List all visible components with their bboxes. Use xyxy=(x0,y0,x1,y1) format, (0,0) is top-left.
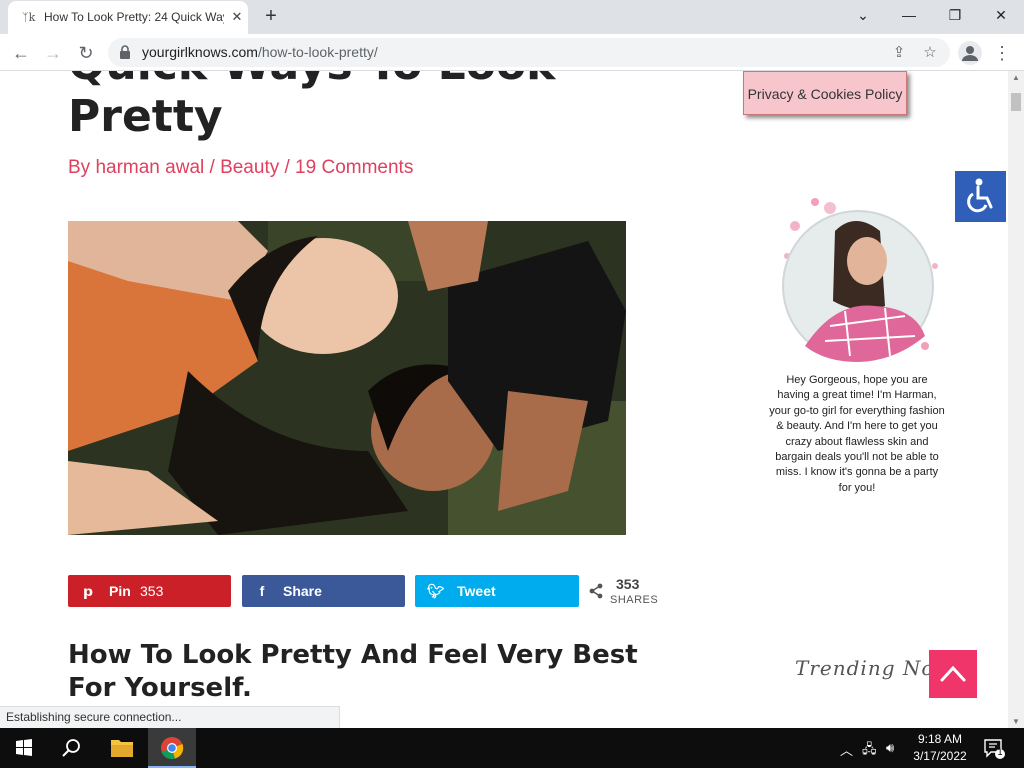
notifications-button[interactable]: 1 xyxy=(982,736,1006,760)
facebook-icon: f xyxy=(259,583,265,599)
scroll-to-top-button[interactable] xyxy=(929,650,977,698)
total-shares: 353 SHARES xyxy=(586,575,666,607)
page-scrollbar[interactable]: ▲ ▼ xyxy=(1008,71,1024,728)
tab-strip: ᛉk How To Look Pretty: 24 Quick Ways To … xyxy=(0,0,1024,34)
search-button[interactable] xyxy=(48,728,96,768)
article-byline[interactable]: By harman awal / Beauty / 19 Comments xyxy=(68,157,413,179)
bookmark-star-icon[interactable]: ☆ xyxy=(919,42,941,64)
address-bar[interactable]: yourgirlknows.com/how-to-look-pretty/ ⇪ … xyxy=(108,38,950,67)
chrome-icon xyxy=(161,737,184,760)
folder-icon xyxy=(111,740,133,757)
pin-count: 353 xyxy=(140,583,164,599)
windows-taskbar: ︿ 🖧︎ 🔊︎ 9:18 AM 3/17/2022 1 xyxy=(0,728,1024,768)
file-explorer-button[interactable] xyxy=(98,728,146,768)
restore-button[interactable]: ❐ xyxy=(932,0,978,30)
facebook-share-label: Share xyxy=(283,583,322,599)
chevron-up-icon xyxy=(940,665,966,682)
forward-arrow-icon[interactable]: → xyxy=(40,40,66,66)
tray-chevron-up-icon[interactable]: ︿ xyxy=(840,740,853,759)
pinterest-pin-button[interactable]: 𝗽 Pin 353 xyxy=(68,575,231,607)
lock-icon xyxy=(120,45,130,59)
url-path: /how-to-look-pretty/ xyxy=(257,44,378,60)
section-heading: How To Look Pretty And Feel Very Best Fo… xyxy=(68,640,638,703)
twitter-tweet-button[interactable]: 🐦︎ Tweet xyxy=(415,575,579,607)
scroll-up-arrow-icon[interactable]: ▲ xyxy=(1012,73,1020,82)
network-icon[interactable]: 🖧︎ xyxy=(862,740,877,762)
browser-tab[interactable]: ᛉk How To Look Pretty: 24 Quick Ways To … xyxy=(8,1,248,34)
start-button[interactable] xyxy=(0,728,48,768)
profile-avatar-icon[interactable] xyxy=(958,41,982,65)
url-text: yourgirlknows.com/how-to-look-pretty/ xyxy=(142,44,378,60)
tweet-label: Tweet xyxy=(457,583,496,599)
share-nodes-icon xyxy=(589,583,603,599)
article-title-line2: Pretty xyxy=(68,91,223,142)
tab-search-icon[interactable]: ⌄ xyxy=(840,0,886,30)
author-bio: Hey Gorgeous, hope you are having a grea… xyxy=(769,374,945,494)
wheelchair-icon xyxy=(967,178,993,213)
clock-time[interactable]: 9:18 AM xyxy=(912,732,968,746)
volume-icon[interactable]: 🔊︎ xyxy=(886,740,894,756)
privacy-cookies-button[interactable]: Privacy & Cookies Policy xyxy=(743,71,907,115)
total-share-count: 353 xyxy=(616,576,640,592)
url-domain: yourgirlknows.com xyxy=(142,44,258,60)
notification-count: 1 xyxy=(997,747,1003,757)
clock-date[interactable]: 3/17/2022 xyxy=(908,749,972,763)
back-arrow-icon[interactable]: ← xyxy=(8,40,34,66)
hero-photo xyxy=(68,221,626,535)
twitter-icon: 🐦︎ xyxy=(427,583,445,599)
scrollbar-thumb[interactable] xyxy=(1011,93,1021,111)
browser-menu-icon[interactable]: ⋮ xyxy=(992,40,1012,66)
facebook-share-button[interactable]: f Share xyxy=(242,575,405,607)
shares-label: SHARES xyxy=(610,594,659,606)
scroll-down-arrow-icon[interactable]: ▼ xyxy=(1012,717,1020,726)
close-window-button[interactable]: ✕ xyxy=(978,0,1024,30)
pin-label: Pin xyxy=(109,583,131,599)
chrome-taskbar-button[interactable] xyxy=(148,728,196,768)
new-tab-button[interactable]: + xyxy=(260,5,282,27)
search-icon xyxy=(62,739,80,757)
pinterest-icon: 𝗽 xyxy=(82,583,94,599)
share-page-icon[interactable]: ⇪ xyxy=(888,42,910,64)
author-profile-photo xyxy=(782,198,938,362)
site-favicon-icon: ᛉk xyxy=(22,11,36,24)
minimize-button[interactable]: — xyxy=(886,0,932,30)
windows-logo-icon xyxy=(16,739,32,756)
tab-title: How To Look Pretty: 24 Quick Ways To Loo… xyxy=(44,10,224,24)
reload-icon[interactable]: ↻ xyxy=(73,40,99,66)
status-bar: Establishing secure connection... xyxy=(0,706,340,728)
tab-close-icon[interactable]: ✕ xyxy=(228,8,246,26)
browser-toolbar: ← → ↻ yourgirlknows.com/how-to-look-pret… xyxy=(0,34,1024,71)
accessibility-button[interactable] xyxy=(955,171,1006,222)
page-viewport: Quick Ways To Look Pretty By harman awal… xyxy=(0,71,1008,728)
